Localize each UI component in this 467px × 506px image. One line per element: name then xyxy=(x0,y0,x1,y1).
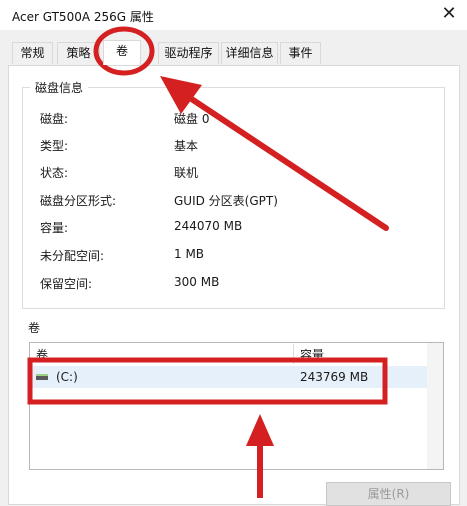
volumes-title: 卷 xyxy=(28,321,41,335)
capacity-column-header[interactable]: 容量 xyxy=(300,346,324,363)
column-divider[interactable] xyxy=(293,344,294,364)
volume-column-header[interactable]: 卷 xyxy=(36,346,48,363)
drive-icon xyxy=(36,374,48,380)
title-bar: Acer GT500A 256G 属性 ✕ xyxy=(0,0,467,30)
close-icon[interactable]: ✕ xyxy=(437,2,461,26)
disk-value: 磁盘 0 xyxy=(174,112,210,126)
tab-details[interactable]: 详细信息 xyxy=(221,42,278,64)
type-label: 类型: xyxy=(40,139,69,153)
tab-strip: 常规 策略 卷 驱动程序 详细信息 事件 xyxy=(0,30,467,66)
capacity-label: 容量: xyxy=(40,221,69,235)
volume-name: (C:) xyxy=(56,370,78,384)
tab-events[interactable]: 事件 xyxy=(280,42,321,64)
partition-style-value: GUID 分区表(GPT) xyxy=(174,194,278,208)
status-label: 状态: xyxy=(40,166,69,180)
unallocated-label: 未分配空间: xyxy=(40,249,105,263)
disk-label: 磁盘: xyxy=(40,112,69,126)
tab-general[interactable]: 常规 xyxy=(12,42,53,64)
status-value: 联机 xyxy=(174,166,199,180)
disk-info-title: 磁盘信息 xyxy=(30,79,89,96)
reserved-value: 300 MB xyxy=(174,275,220,289)
properties-button[interactable]: 属性(R) xyxy=(326,482,451,506)
tab-policies[interactable]: 策略 xyxy=(57,42,100,64)
reserved-label: 保留空间: xyxy=(40,277,93,291)
volume-list[interactable] xyxy=(29,342,444,470)
tab-volumes[interactable]: 卷 xyxy=(103,40,141,65)
tab-driver[interactable]: 驱动程序 xyxy=(158,42,219,64)
window-title: Acer GT500A 256G 属性 xyxy=(12,10,154,24)
unallocated-value: 1 MB xyxy=(174,247,205,261)
capacity-value: 244070 MB xyxy=(174,219,243,233)
partition-style-label: 磁盘分区形式: xyxy=(40,194,117,208)
volume-list-scrollbar[interactable] xyxy=(427,343,443,469)
volume-capacity: 243769 MB xyxy=(300,370,369,384)
type-value: 基本 xyxy=(174,139,199,153)
